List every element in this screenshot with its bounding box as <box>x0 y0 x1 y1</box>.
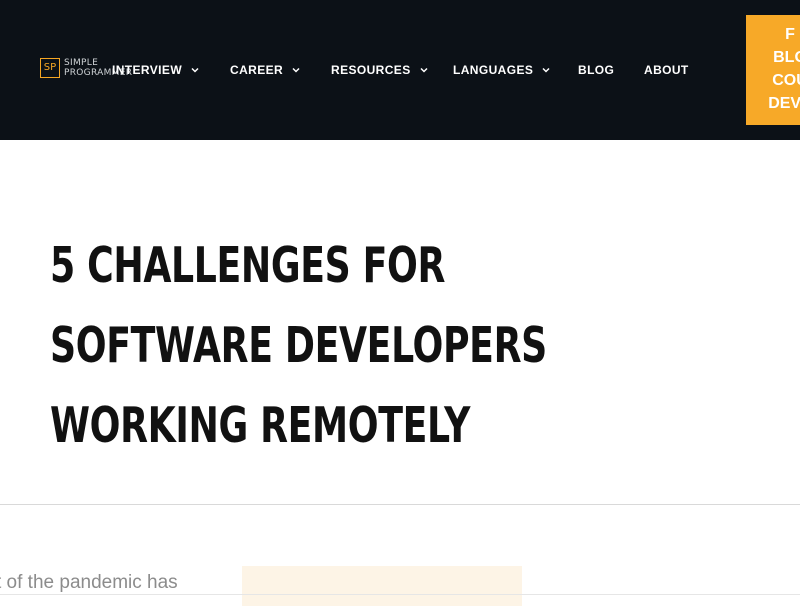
chevron-down-icon <box>191 67 199 73</box>
chevron-down-icon <box>542 67 550 73</box>
nav-item-interview[interactable]: INTERVIEW <box>112 63 199 77</box>
nav-item-career[interactable]: CAREER <box>230 63 300 77</box>
article-excerpt: t of the pandemic has <box>0 572 178 593</box>
nav-item-resources[interactable]: RESOURCES <box>331 63 428 77</box>
nav-item-languages[interactable]: LANGUAGES <box>453 63 550 77</box>
site-header: SP SIMPLE PROGRAMMER INTERVIEW CAREER RE… <box>0 0 800 140</box>
title-line-3: WORKING REMOTELY <box>50 397 470 454</box>
nav-item-label: BLOG <box>578 63 615 77</box>
article-title: 5 CHALLENGES FOR SOFTWARE DEVELOPERS WOR… <box>50 226 547 466</box>
bottom-divider <box>0 594 800 595</box>
logo-mark: SP <box>40 58 60 78</box>
title-line-2: SOFTWARE DEVELOPERS <box>50 317 547 374</box>
cta-line: BLO <box>773 49 800 66</box>
cta-line: F <box>785 26 795 43</box>
promo-box <box>242 566 522 606</box>
nav-item-about[interactable]: ABOUT <box>644 63 689 77</box>
nav-item-label: INTERVIEW <box>112 63 183 77</box>
nav-item-label: CAREER <box>230 63 284 77</box>
nav-item-blog[interactable]: BLOG <box>578 63 614 77</box>
nav-item-label: LANGUAGES <box>453 63 534 77</box>
cta-button[interactable]: F BLO COU DEVE <box>746 15 800 125</box>
nav-item-label: RESOURCES <box>331 63 411 77</box>
cta-line: DEVE <box>768 95 800 112</box>
title-line-1: 5 CHALLENGES FOR <box>50 237 446 294</box>
chevron-down-icon <box>420 67 428 73</box>
chevron-down-icon <box>292 67 300 73</box>
section-divider <box>0 504 800 505</box>
cta-line: COU <box>772 72 800 89</box>
nav-item-label: ABOUT <box>644 63 689 77</box>
